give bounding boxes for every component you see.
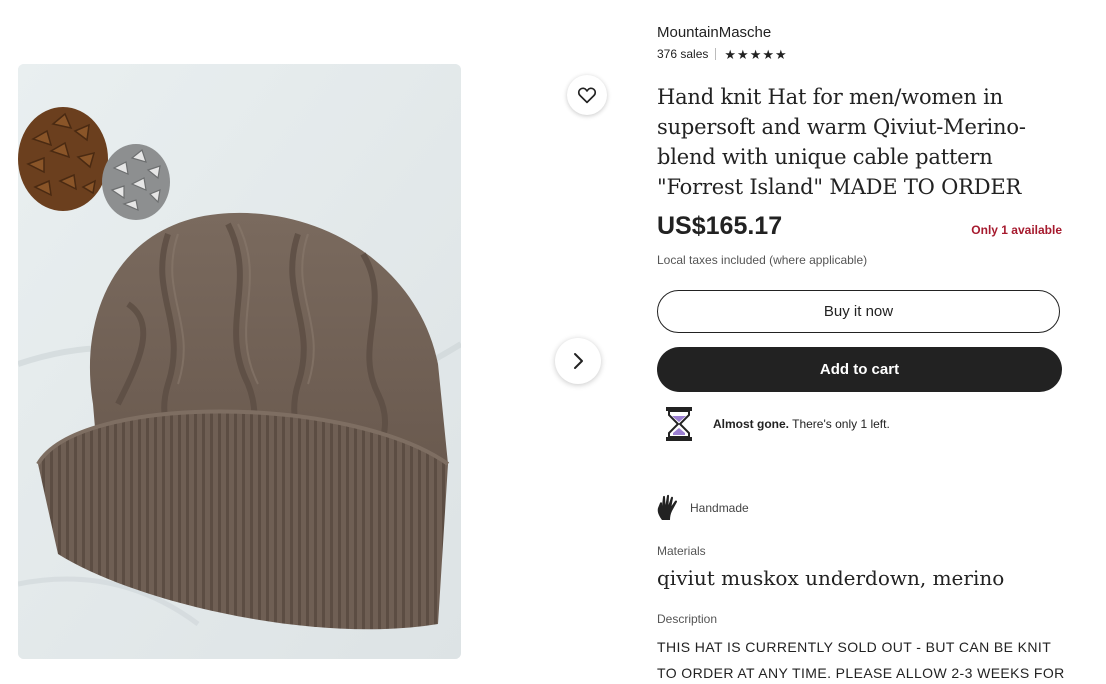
divider	[715, 48, 717, 60]
shop-name-link[interactable]: MountainMasche	[657, 24, 771, 41]
heart-icon	[577, 87, 597, 104]
availability-badge: Only 1 available	[971, 223, 1062, 237]
add-to-cart-button[interactable]: Add to cart	[657, 347, 1062, 392]
star-icon: ★	[737, 46, 749, 62]
hand-icon	[657, 494, 678, 520]
description-text: THIS HAT IS CURRENTLY SOLD OUT - BUT CAN…	[657, 639, 1065, 681]
star-icon: ★	[762, 46, 774, 62]
chevron-right-icon	[574, 353, 583, 369]
hourglass-icon	[666, 407, 692, 441]
listing-title: Hand knit Hat for men/women in supersoft…	[657, 85, 1026, 199]
scarcity-notice: Almost gone. There's only 1 left.	[665, 406, 890, 442]
scarcity-text: Almost gone. There's only 1 left.	[713, 417, 890, 431]
listing-page: MountainMasche 376 sales ★ ★ ★ ★ ★ Hand …	[0, 0, 1106, 684]
materials-value: qiviut muskox underdown, merino	[657, 566, 1005, 590]
silver-pine-cone	[102, 144, 170, 220]
tax-note: Local taxes included (where applicable)	[657, 253, 868, 267]
materials-label: Materials	[657, 544, 706, 558]
product-image[interactable]	[18, 64, 461, 659]
description-label: Description	[657, 612, 718, 626]
favorite-button[interactable]	[567, 75, 607, 115]
knit-hat-photo	[18, 64, 461, 659]
price: US$165.17	[657, 212, 783, 240]
sales-count: 376 sales	[657, 47, 709, 61]
scarcity-detail: There's only 1 left.	[789, 417, 890, 431]
star-icon: ★	[775, 46, 787, 62]
star-icon: ★	[749, 46, 762, 62]
next-image-button[interactable]	[555, 338, 601, 384]
star-rating[interactable]: ★ ★ ★ ★ ★	[724, 48, 786, 61]
shop-stats: 376 sales ★ ★ ★ ★ ★	[657, 47, 787, 61]
star-icon: ★	[724, 46, 737, 62]
handmade-highlight: Handmade	[656, 494, 749, 522]
handmade-label: Handmade	[690, 501, 749, 515]
scarcity-strong: Almost gone.	[713, 417, 790, 431]
pine-cone	[18, 107, 108, 211]
buy-it-now-button[interactable]: Buy it now	[657, 290, 1060, 333]
